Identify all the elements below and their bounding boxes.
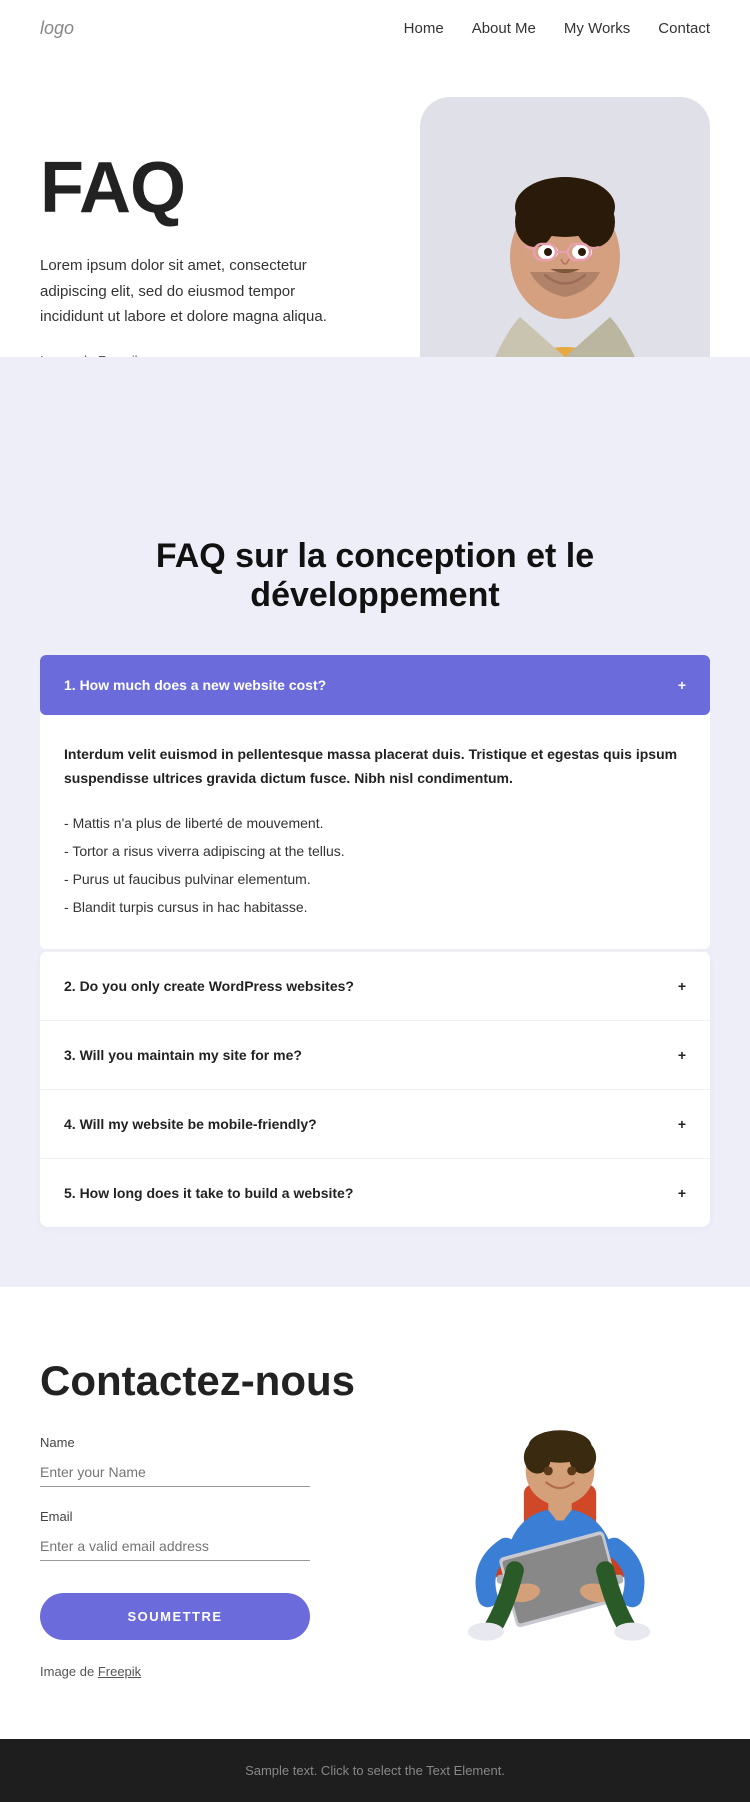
faq-toggle-4: + (678, 1116, 686, 1132)
faq-question-2: 2. Do you only create WordPress websites… (64, 978, 354, 994)
hero-bg-strip (0, 357, 750, 477)
faq-question-1: 1. How much does a new website cost? (64, 677, 326, 693)
footer-text: Sample text. Click to select the Text El… (24, 1763, 726, 1778)
faq-question-5: 5. How long does it take to build a webs… (64, 1185, 353, 1201)
faq-question-3: 3. Will you maintain my site for me? (64, 1047, 302, 1063)
faq-item-2[interactable]: 2. Do you only create WordPress websites… (40, 951, 710, 1020)
footer: Sample text. Click to select the Text El… (0, 1739, 750, 1802)
faq-question-4: 4. Will my website be mobile-friendly? (64, 1116, 317, 1132)
contact-left: Contactez-nous Name Email SOUMETTRE Imag… (40, 1357, 380, 1679)
contact-section: Contactez-nous Name Email SOUMETTRE Imag… (0, 1287, 750, 1739)
email-label: Email (40, 1509, 380, 1524)
contact-heading: Contactez-nous (40, 1357, 380, 1405)
faq-bullet-1-3: Purus ut faucibus pulvinar elementum. (64, 865, 686, 893)
faq-bullet-1-2: Tortor a risus viverra adipiscing at the… (64, 837, 686, 865)
faq-list: 1. How much does a new website cost? + I… (40, 655, 710, 1227)
faq-item-1: 1. How much does a new website cost? + I… (40, 655, 710, 949)
faq-toggle-2: + (678, 978, 686, 994)
hero-description: Lorem ipsum dolor sit amet, consectetur … (40, 253, 360, 330)
faq-item-4[interactable]: 4. Will my website be mobile-friendly? + (40, 1089, 710, 1158)
faq-item-3[interactable]: 3. Will you maintain my site for me? + (40, 1020, 710, 1089)
nav-home[interactable]: Home (404, 20, 444, 37)
nav-works[interactable]: My Works (564, 20, 630, 37)
contact-freepik-link[interactable]: Freepik (98, 1664, 141, 1679)
name-input[interactable] (40, 1458, 310, 1487)
email-input[interactable] (40, 1532, 310, 1561)
faq-header-1[interactable]: 1. How much does a new website cost? + (40, 655, 710, 715)
hero-text: FAQ Lorem ipsum dolor sit amet, consecte… (40, 117, 420, 392)
email-form-group: Email (40, 1509, 380, 1561)
faq-bullet-1-1: Mattis n'a plus de liberté de mouvement. (64, 809, 686, 837)
nav-links: Home About Me My Works Contact (404, 20, 710, 37)
navbar: logo Home About Me My Works Contact (0, 0, 750, 57)
faq-toggle-1: + (678, 678, 686, 692)
contact-image-credit: Image de Freepik (40, 1664, 380, 1679)
name-label: Name (40, 1435, 380, 1450)
nav-about[interactable]: About Me (472, 20, 536, 37)
faq-card-closed: 2. Do you only create WordPress websites… (40, 951, 710, 1227)
logo: logo (40, 18, 74, 39)
contact-illustration (410, 1357, 710, 1657)
faq-toggle-3: + (678, 1047, 686, 1063)
faq-bullets-1: Mattis n'a plus de liberté de mouvement.… (64, 809, 686, 921)
faq-toggle-5: + (678, 1185, 686, 1201)
nav-contact[interactable]: Contact (658, 20, 710, 37)
name-form-group: Name (40, 1435, 380, 1487)
faq-heading: FAQ sur la conception et le développemen… (40, 537, 710, 615)
contact-person-svg (420, 1367, 700, 1647)
faq-section: FAQ sur la conception et le développemen… (0, 477, 750, 1287)
faq-item-5[interactable]: 5. How long does it take to build a webs… (40, 1158, 710, 1227)
hero-section: FAQ Lorem ipsum dolor sit amet, consecte… (0, 57, 750, 477)
hero-title: FAQ (40, 147, 420, 229)
faq-bullet-1-4: Blandit turpis cursus in hac habitasse. (64, 893, 686, 921)
faq-answer-bold-1: Interdum velit euismod in pellentesque m… (64, 743, 686, 791)
submit-button[interactable]: SOUMETTRE (40, 1593, 310, 1640)
faq-body-1: Interdum velit euismod in pellentesque m… (40, 715, 710, 949)
